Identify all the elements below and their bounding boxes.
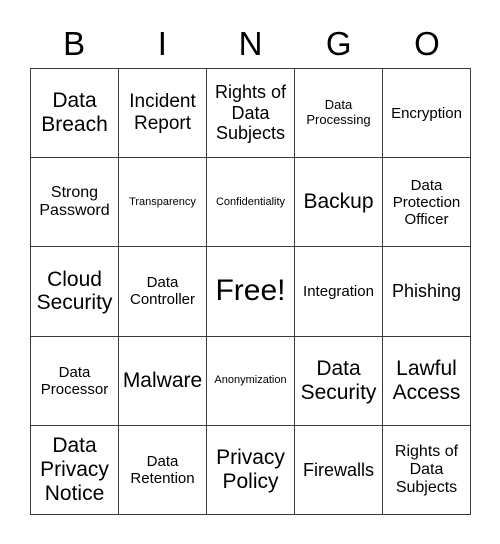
bingo-cell[interactable]: Confidentiality <box>207 158 295 248</box>
bingo-cell[interactable]: Cloud Security <box>31 247 119 337</box>
bingo-grid: Data Breach Incident Report Rights of Data… <box>30 68 471 515</box>
bingo-cell[interactable]: Data Breach <box>31 69 119 159</box>
bingo-cell-label: Rights of Data Subjects <box>214 82 287 144</box>
bingo-cell-label: Data Privacy Notice <box>40 433 109 505</box>
bingo-cell-label: Anonymization <box>214 374 287 387</box>
bingo-cell-free[interactable]: Free! <box>207 247 295 337</box>
bingo-cell-label: Data Protection Officer <box>392 176 461 228</box>
bingo-cell-label: Encryption <box>391 104 462 122</box>
bingo-cell-label: Data Controller <box>129 274 196 309</box>
bingo-cell[interactable]: Data Processor <box>31 336 119 426</box>
bingo-cell[interactable]: Data Retention <box>119 425 207 515</box>
bingo-header-letter-g: G <box>325 24 352 62</box>
bingo-cell-label: Privacy Policy <box>216 445 285 493</box>
bingo-cell[interactable]: Strong Password <box>31 158 119 248</box>
bingo-header-letter-o: O <box>414 24 440 62</box>
bingo-cell[interactable]: Phishing <box>383 247 471 337</box>
bingo-cell-label: Phishing <box>391 281 462 302</box>
bingo-cell-label: Data Processor <box>40 363 109 398</box>
bingo-cell-label: Cloud Security <box>36 267 113 315</box>
bingo-cell-label: Data Breach <box>41 89 108 137</box>
bingo-cell-label: Backup <box>303 190 374 214</box>
bingo-cell-label: Rights of Data Subjects <box>394 442 459 496</box>
bingo-cell-label: Confidentiality <box>215 196 286 209</box>
bingo-cell-label: Data Processing <box>306 97 371 128</box>
bingo-header-letter-b: B <box>63 24 86 62</box>
bingo-card: B I N G O Data Breach Incident Report Righ… <box>0 0 500 544</box>
bingo-cell[interactable]: Privacy Policy <box>207 425 295 515</box>
bingo-cell[interactable]: Incident Report <box>119 69 207 159</box>
bingo-cell[interactable]: Data Processing <box>295 69 383 159</box>
bingo-header-letter-n: N <box>238 24 263 62</box>
bingo-cell-label: Strong Password <box>39 184 110 220</box>
bingo-cell-label: Data Retention <box>130 452 195 487</box>
bingo-cell[interactable]: Integration <box>295 247 383 337</box>
bingo-cell[interactable]: Backup <box>295 158 383 248</box>
bingo-cell-label: Integration <box>303 282 374 300</box>
bingo-cell[interactable]: Lawful Access <box>383 336 471 426</box>
bingo-cell-label: Free! <box>215 274 286 308</box>
bingo-cell[interactable]: Rights of Data Subjects <box>383 425 471 515</box>
bingo-cell[interactable]: Firewalls <box>295 425 383 515</box>
bingo-cell[interactable]: Malware <box>119 336 207 426</box>
bingo-header: B I N G O <box>30 18 471 68</box>
bingo-cell-label: Data Security <box>300 356 377 404</box>
bingo-cell[interactable]: Encryption <box>383 69 471 159</box>
bingo-header-letter-i: I <box>157 24 167 62</box>
bingo-cell[interactable]: Data Protection Officer <box>383 158 471 248</box>
bingo-cell[interactable]: Data Privacy Notice <box>31 425 119 515</box>
bingo-cell[interactable]: Rights of Data Subjects <box>207 69 295 159</box>
bingo-cell[interactable]: Transparency <box>119 158 207 248</box>
bingo-cell-label: Lawful Access <box>392 356 461 404</box>
bingo-cell[interactable]: Data Security <box>295 336 383 426</box>
bingo-cell-label: Transparency <box>129 196 196 209</box>
bingo-cell[interactable]: Anonymization <box>207 336 295 426</box>
bingo-cell-label: Firewalls <box>302 459 374 480</box>
bingo-cell[interactable]: Data Controller <box>119 247 207 337</box>
bingo-cell-label: Malware <box>122 368 203 392</box>
bingo-cell-label: Incident Report <box>129 91 196 135</box>
